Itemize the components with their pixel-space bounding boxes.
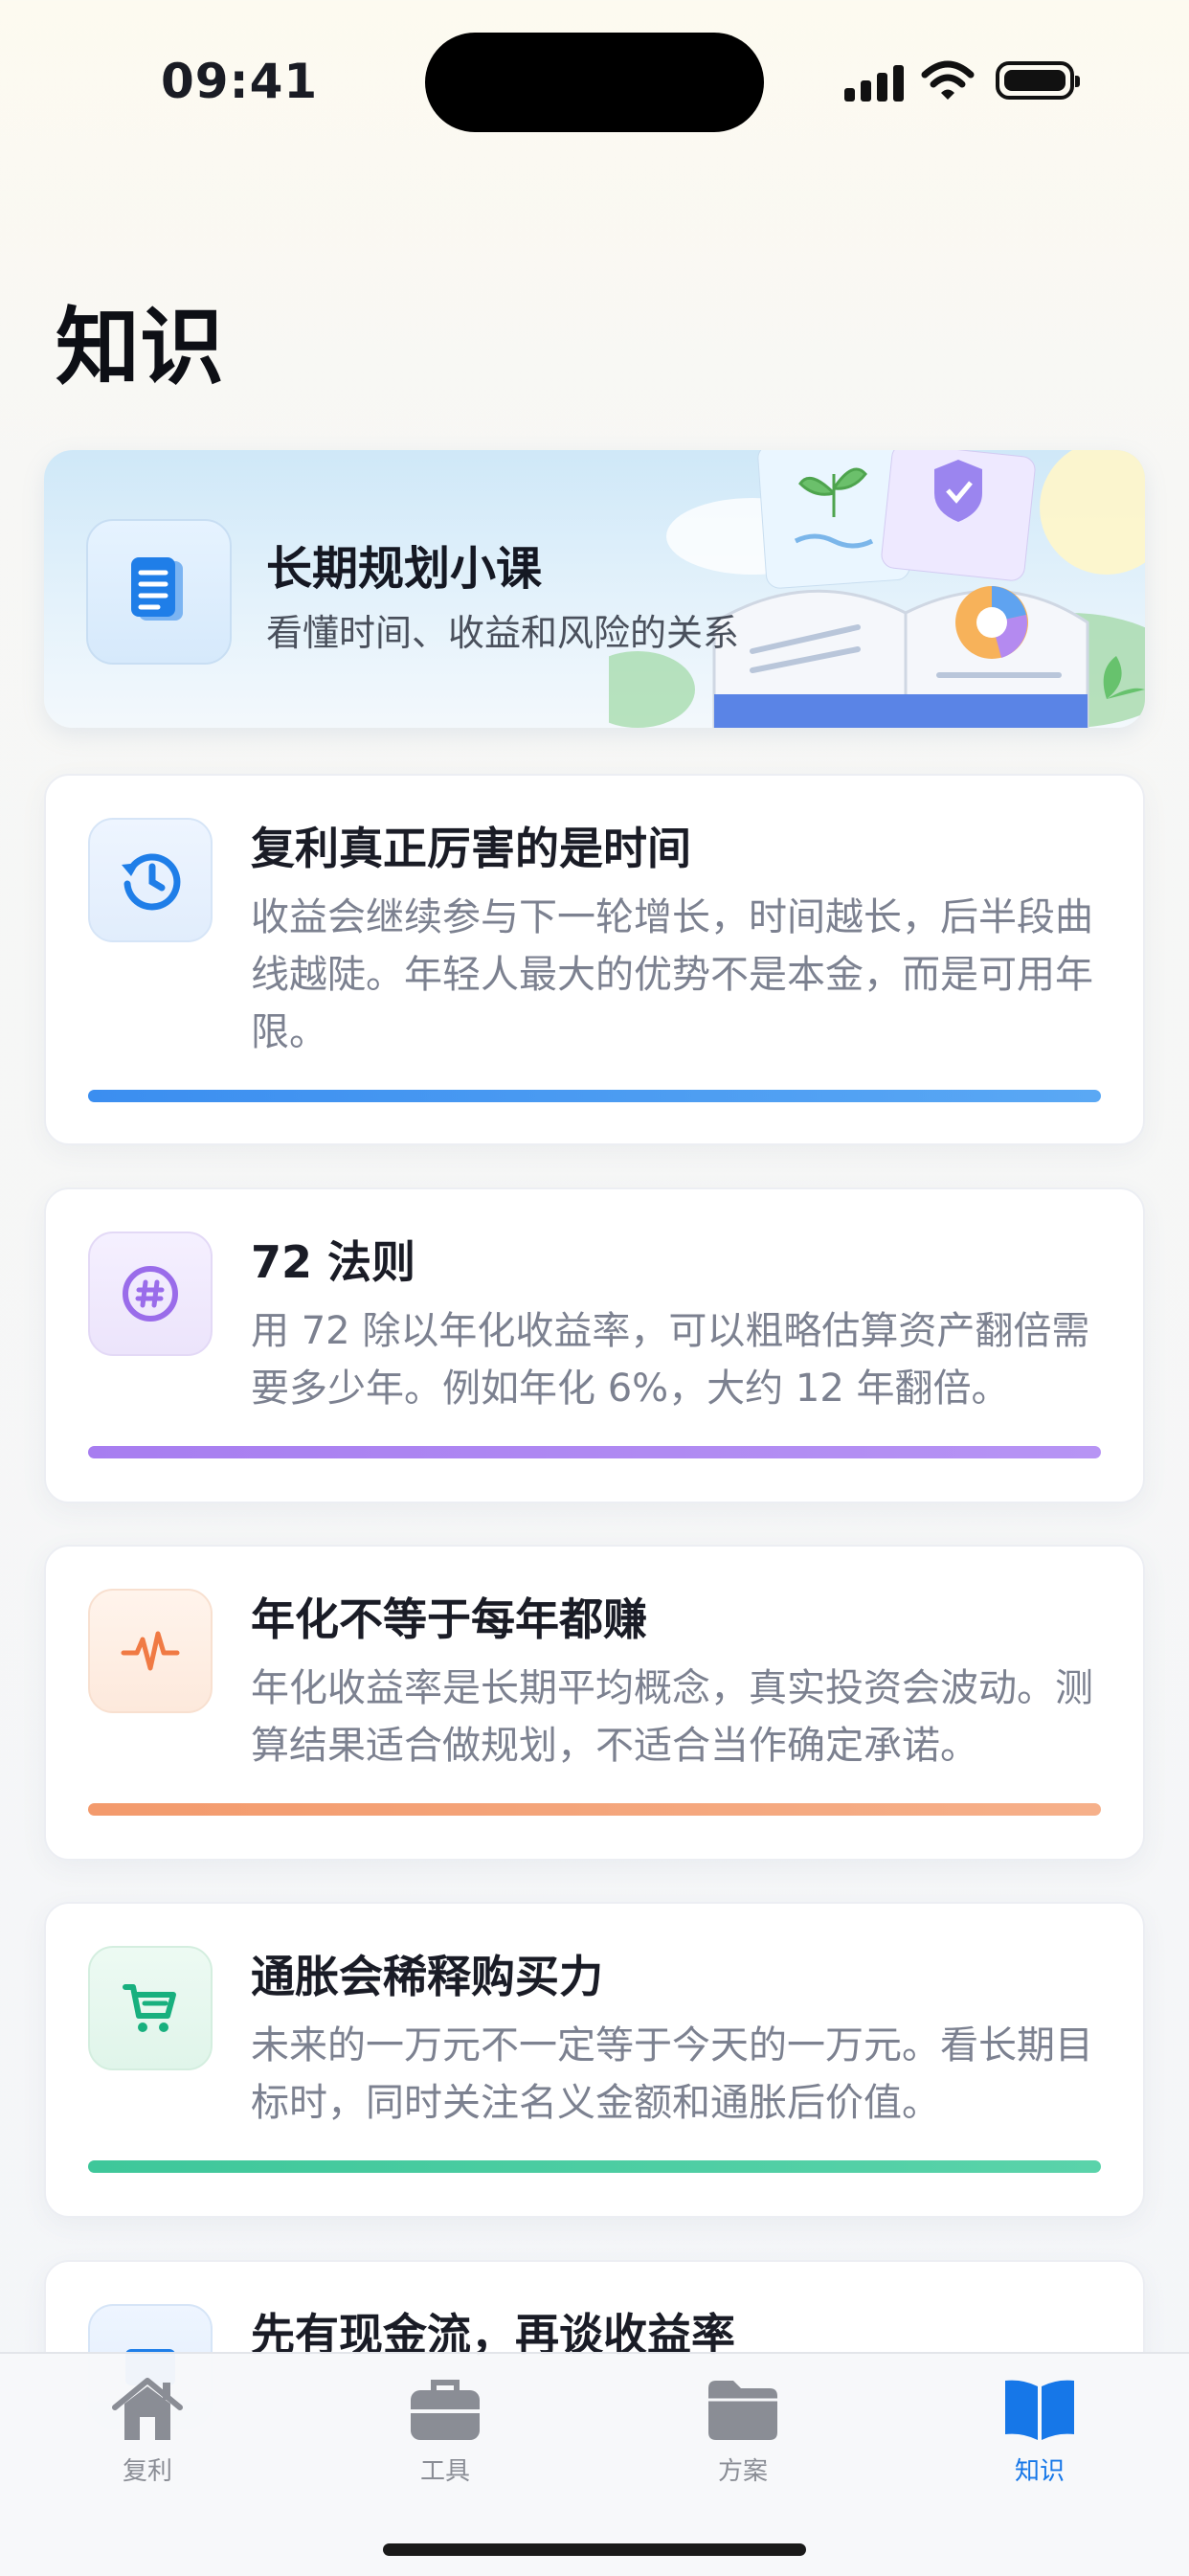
banner-subtitle: 看懂时间、收益和风险的关系 — [266, 612, 740, 654]
card-body: 未来的一万元不一定等于今天的一万元。看长期目标时，同时关注名义金额和通胀后价值。 — [251, 2023, 1093, 2125]
cellular-signal-icon — [844, 65, 904, 102]
card-accent-bar — [88, 1446, 1101, 1458]
card-title: 72 法则 — [251, 1236, 416, 1288]
folder-icon — [708, 2381, 777, 2440]
tab-compound[interactable]: 复利 — [71, 2375, 224, 2490]
card-body: 用 72 除以年化收益率，可以粗略估算资产翻倍需要多少年。例如年化 6%，大约 … — [251, 1309, 1090, 1411]
card-accent-bar — [88, 2160, 1101, 2173]
card-body: 收益会继续参与下一轮增长，时间越长，后半段曲线越陡。年轻人最大的优势不是本金，而… — [251, 895, 1093, 1054]
card-accent-bar — [88, 1090, 1101, 1102]
home-indicator — [383, 2543, 806, 2556]
document-icon — [131, 557, 183, 621]
card-icon-box — [88, 1589, 213, 1713]
dynamic-island — [425, 33, 764, 132]
cart-icon — [123, 1984, 176, 2032]
tab-tools[interactable]: 工具 — [369, 2375, 522, 2490]
tab-label: 复利 — [122, 2457, 172, 2486]
knowledge-card-compound-time[interactable]: 复利真正厉害的是时间 收益会继续参与下一轮增长，时间越长，后半段曲线越陡。年轻人… — [44, 774, 1145, 1145]
card-icon-box — [88, 818, 213, 942]
home-icon — [112, 2378, 183, 2440]
tab-knowledge[interactable]: 知识 — [963, 2375, 1116, 2490]
status-bar: 09:41 — [0, 0, 1189, 163]
tab-label: 方案 — [717, 2457, 768, 2486]
book-icon — [1005, 2380, 1074, 2440]
tab-plans[interactable]: 方案 — [666, 2375, 819, 2490]
card-icon-box — [88, 1946, 213, 2070]
hash-icon — [123, 1266, 178, 1322]
card-body: 年化收益率是长期平均概念，真实投资会波动。测算结果适合做规划，不适合当作确定承诺… — [251, 1666, 1093, 1768]
card-icon-box — [88, 1232, 213, 1356]
knowledge-card-annualized[interactable]: 年化不等于每年都赚 年化收益率是长期平均概念，真实投资会波动。测算结果适合做规划… — [44, 1545, 1145, 1861]
tab-label: 知识 — [1014, 2457, 1065, 2486]
page-title: 知识 — [56, 298, 225, 396]
card-title: 复利真正厉害的是时间 — [251, 823, 691, 874]
card-accent-bar — [88, 1803, 1101, 1816]
knowledge-card-inflation[interactable]: 通胀会稀释购买力 未来的一万元不一定等于今天的一万元。看长期目标时，同时关注名义… — [44, 1902, 1145, 2218]
pulse-icon — [121, 1631, 180, 1671]
status-time: 09:41 — [161, 54, 319, 109]
course-banner[interactable]: 长期规划小课 看懂时间、收益和风险的关系 — [44, 450, 1145, 728]
history-clock-icon — [122, 853, 181, 911]
banner-title: 长期规划小课 — [266, 542, 543, 596]
banner-icon-box — [86, 519, 232, 665]
knowledge-card-rule-72[interactable]: 72 法则 用 72 除以年化收益率，可以粗略估算资产翻倍需要多少年。例如年化 … — [44, 1187, 1145, 1503]
tab-bar: 复利 工具 方案 知识 — [0, 2352, 1189, 2576]
card-title: 年化不等于每年都赚 — [251, 1593, 647, 1645]
battery-icon — [996, 61, 1080, 100]
book-illustration-icon — [609, 450, 1145, 728]
tab-label: 工具 — [419, 2457, 470, 2486]
card-title: 通胀会稀释购买力 — [251, 1951, 603, 2002]
briefcase-icon — [411, 2380, 480, 2440]
wifi-icon — [921, 60, 975, 100]
